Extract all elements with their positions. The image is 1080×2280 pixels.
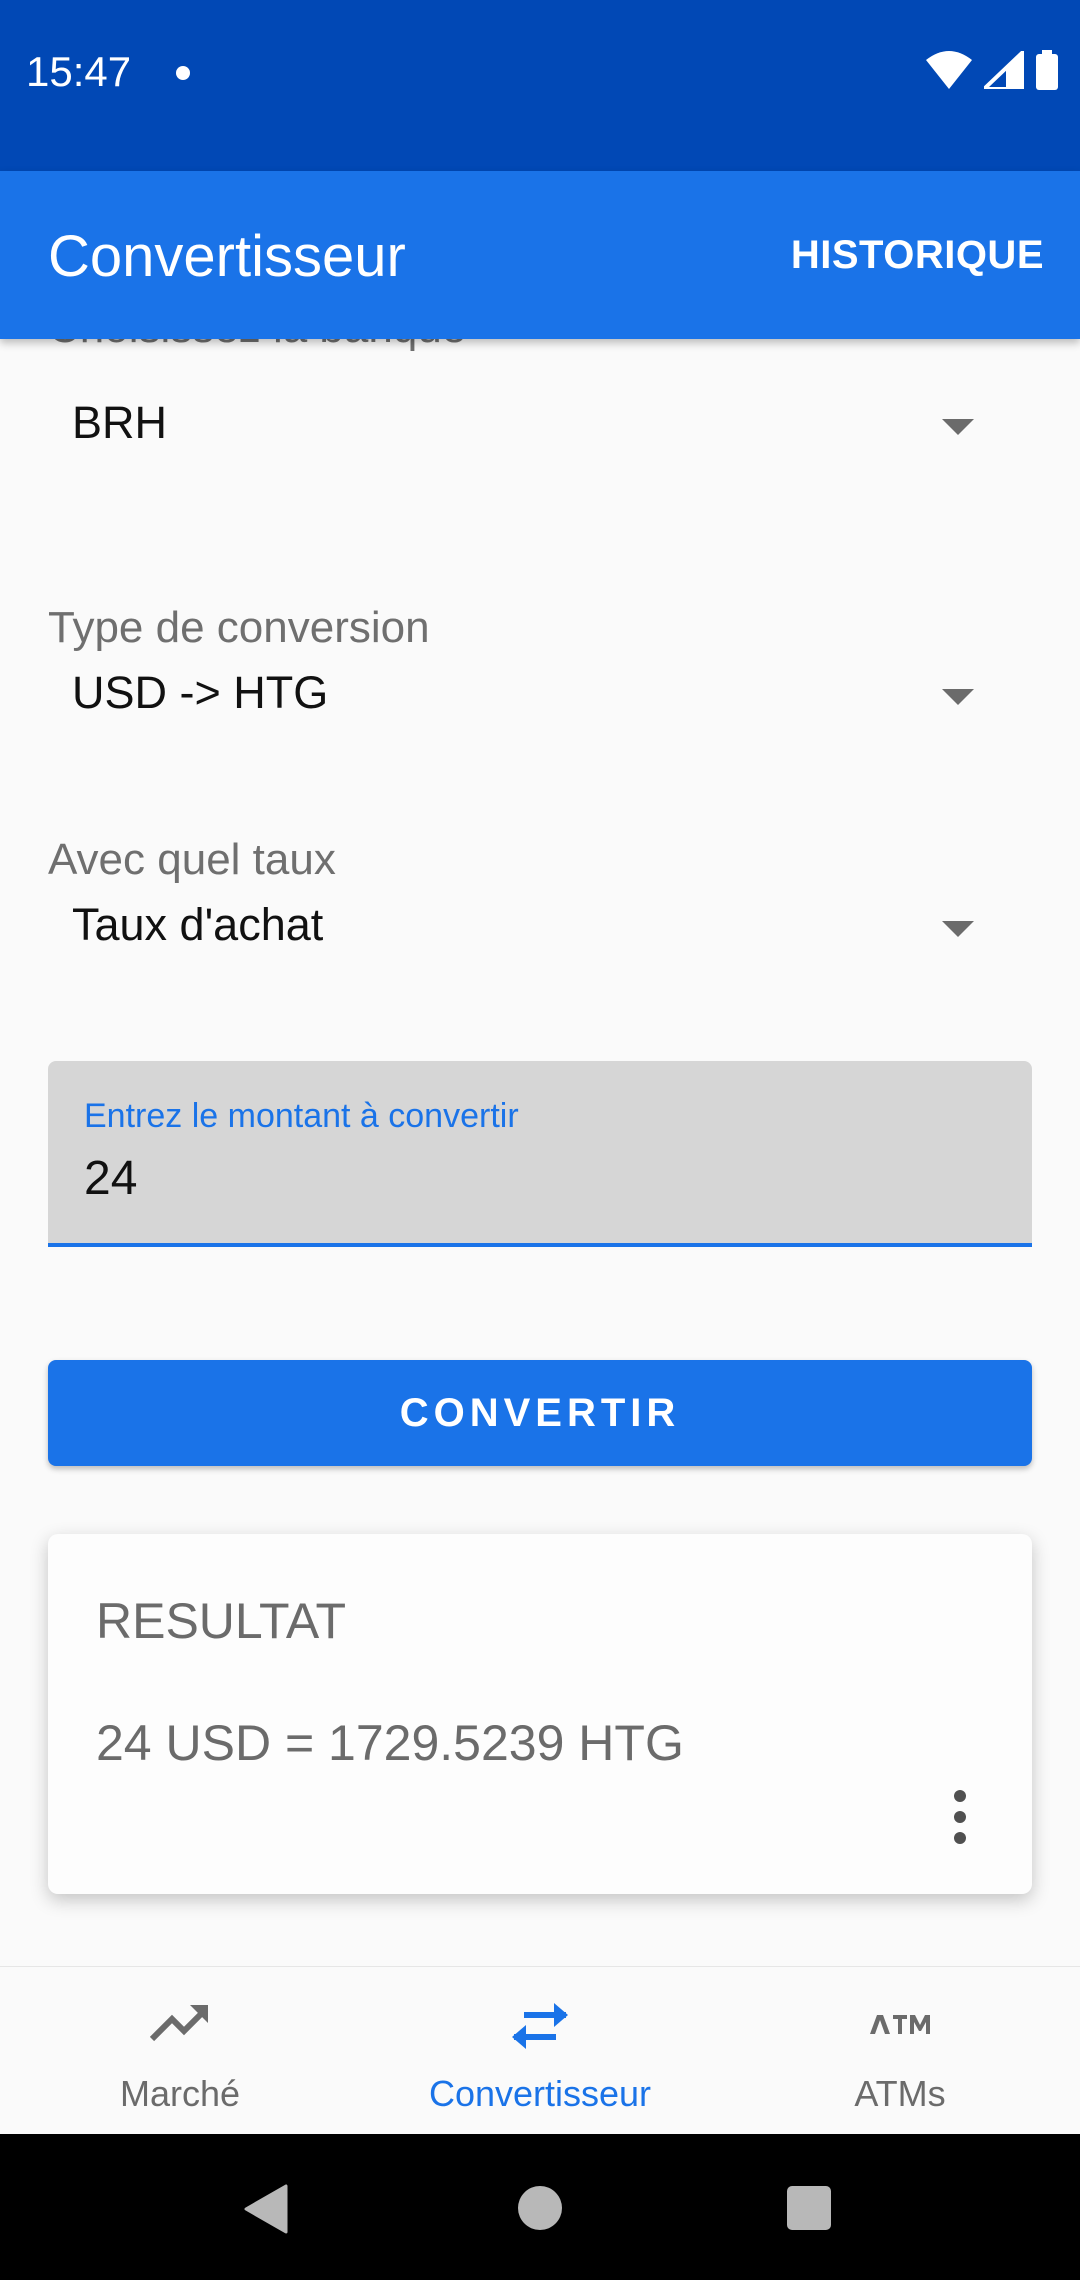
- status-bar: 15:47: [0, 0, 1080, 171]
- bank-select[interactable]: BRH: [48, 381, 1032, 471]
- home-icon[interactable]: [518, 2186, 562, 2230]
- nav-label-convertisseur: Convertisseur: [428, 2073, 652, 2114]
- convert-button[interactable]: CONVERTIR: [48, 1360, 1032, 1466]
- atm-icon: [870, 2015, 930, 2034]
- result-card: RESULTAT 24 USD = 1729.5239 HTG: [48, 1534, 1032, 1894]
- rate-label: Avec quel taux: [48, 835, 336, 884]
- more-vert-icon[interactable]: [954, 1790, 966, 1844]
- battery-icon: [1036, 50, 1058, 90]
- history-button[interactable]: HISTORIQUE: [791, 233, 1044, 278]
- status-time: 15:47: [26, 48, 132, 95]
- amount-field-value[interactable]: 24: [84, 1151, 137, 1206]
- trending-up-icon: [150, 2005, 209, 2042]
- rate-select[interactable]: Taux d'achat: [48, 883, 1032, 973]
- signal-icon: [984, 51, 1024, 89]
- bottom-nav: Marché Convertisseur ATMs: [0, 1966, 1080, 2134]
- system-nav-bar: [0, 2134, 1080, 2280]
- conversion-type-label: Type de conversion: [48, 603, 430, 652]
- wifi-icon: [926, 51, 972, 89]
- amount-field-label: Entrez le montant à convertir: [84, 1097, 519, 1135]
- bank-label: Choisissez la banque: [48, 339, 466, 353]
- converter-form: Choisissez la banque BRH Type de convers…: [0, 339, 1080, 1966]
- amount-field[interactable]: Entrez le montant à convertir 24: [48, 1061, 1032, 1247]
- nav-label-marche: Marché: [119, 2073, 241, 2114]
- nav-item-convertisseur[interactable]: Convertisseur: [360, 1967, 720, 2134]
- bank-select-value: BRH: [72, 397, 168, 448]
- nav-item-atms[interactable]: ATMs: [720, 1967, 1080, 2134]
- nav-item-marche[interactable]: Marché: [0, 1967, 360, 2134]
- app-bar: Convertisseur HISTORIQUE: [0, 171, 1080, 339]
- page-title: Convertisseur: [48, 224, 406, 289]
- rate-select-value: Taux d'achat: [72, 899, 324, 950]
- conversion-type-value: USD -> HTG: [72, 667, 329, 718]
- swap-icon: [512, 2003, 568, 2049]
- status-icons: [926, 50, 1058, 90]
- conversion-type-select[interactable]: USD -> HTG: [48, 651, 1032, 741]
- dropdown-arrow-icon: [942, 419, 974, 435]
- result-text: 24 USD = 1729.5239 HTG: [96, 1715, 684, 1771]
- nav-label-atms: ATMs: [854, 2073, 946, 2114]
- dropdown-arrow-icon: [942, 921, 974, 937]
- notification-dot-icon: [176, 66, 190, 80]
- result-title: RESULTAT: [96, 1593, 347, 1649]
- back-icon[interactable]: [244, 2184, 288, 2234]
- dropdown-arrow-icon: [942, 689, 974, 705]
- recents-icon[interactable]: [787, 2186, 831, 2230]
